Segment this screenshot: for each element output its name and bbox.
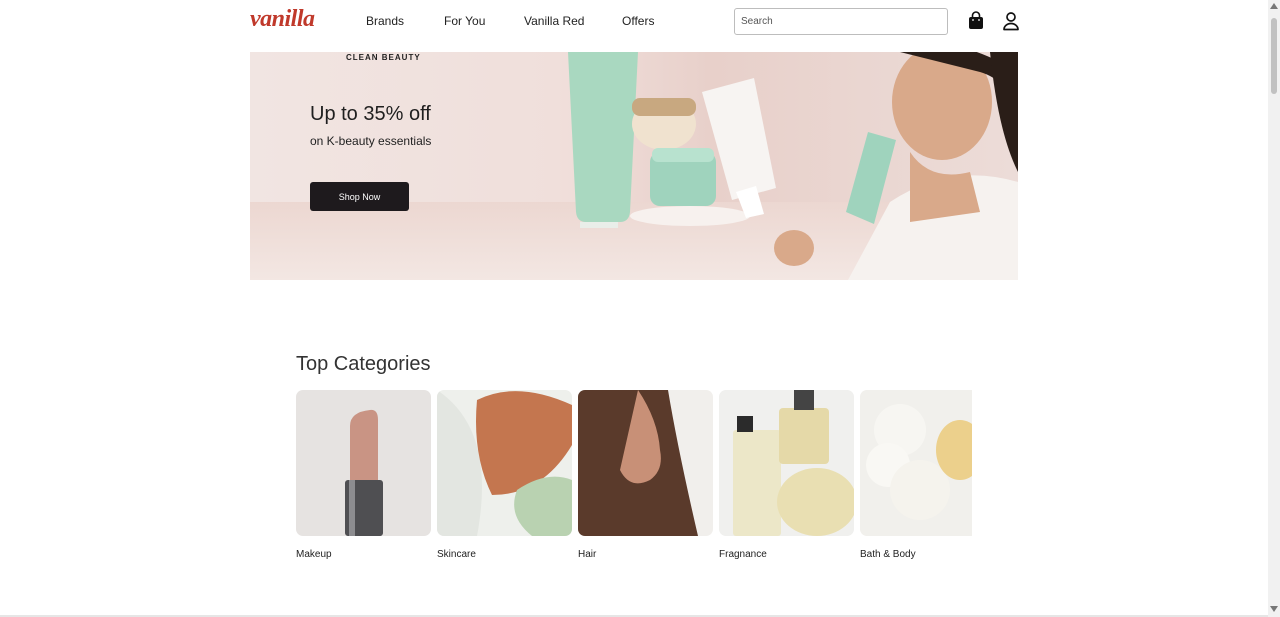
nav-offers[interactable]: Offers xyxy=(622,14,654,28)
hair-image xyxy=(578,390,713,536)
category-carousel: Makeup Skincare Hair Fragnance Bath & Bo… xyxy=(296,390,972,570)
scroll-thumb[interactable] xyxy=(1271,18,1277,94)
banner-product-art xyxy=(568,52,1018,280)
category-bath-body[interactable]: Bath & Body xyxy=(860,390,972,560)
page-scrollbar[interactable] xyxy=(1268,0,1280,617)
fragrance-image xyxy=(719,390,854,536)
nav-brands[interactable]: Brands xyxy=(366,14,404,28)
category-label: Hair xyxy=(578,549,597,560)
search-input[interactable] xyxy=(734,8,948,35)
scroll-up-arrow-icon[interactable] xyxy=(1270,3,1278,9)
promo-banner[interactable]: CLEAN BEAUTY Up to 35% off on K-beauty e… xyxy=(250,52,1018,280)
vanilla-logo[interactable]: vanilla xyxy=(250,6,315,33)
section-title: Top Categories xyxy=(296,353,431,375)
bath-body-image xyxy=(860,390,972,536)
category-fragrance[interactable]: Fragnance xyxy=(719,390,854,560)
banner-headline: Up to 35% off xyxy=(310,103,431,125)
category-label: Fragnance xyxy=(719,549,767,560)
nav-vanilla-red[interactable]: Vanilla Red xyxy=(524,14,584,28)
category-makeup[interactable]: Makeup xyxy=(296,390,431,560)
brand-tag: CLEAN BEAUTY xyxy=(346,53,421,62)
nav-for-you[interactable]: For You xyxy=(444,14,485,28)
banner-subline: on K-beauty essentials xyxy=(310,134,432,148)
user-icon[interactable] xyxy=(1002,11,1020,31)
category-skincare[interactable]: Skincare xyxy=(437,390,572,560)
category-label: Makeup xyxy=(296,549,332,560)
makeup-image xyxy=(296,390,431,536)
shopping-bag-icon[interactable] xyxy=(967,11,985,31)
shop-now-button[interactable]: Shop Now xyxy=(310,182,409,211)
site-header: vanilla Brands For You Vanilla Red Offer… xyxy=(0,0,1268,44)
category-hair[interactable]: Hair xyxy=(578,390,713,560)
category-label: Bath & Body xyxy=(860,549,916,560)
category-label: Skincare xyxy=(437,549,476,560)
skincare-image xyxy=(437,390,572,536)
scroll-down-arrow-icon[interactable] xyxy=(1270,606,1278,612)
